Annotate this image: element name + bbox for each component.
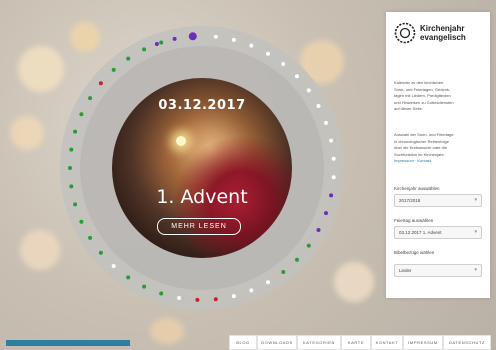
page-stage: 03.12.2017 1. Advent MEHR LESEN Kirchenj… xyxy=(0,0,496,350)
intro-line: auf dieser Seite. xyxy=(394,106,423,111)
wheel-day-dot[interactable] xyxy=(177,296,182,300)
note-text: Auswahl der Sonn- und Feiertage in chron… xyxy=(394,132,482,165)
brand-logo-icon xyxy=(394,22,416,44)
intro-text: Kalender zu den kirchlichen Sonn- und Fe… xyxy=(394,80,482,113)
wheel-day-dot[interactable] xyxy=(142,47,147,52)
nav-privacy[interactable]: DATENSCHUTZ xyxy=(443,335,491,350)
church-year-select-value: 2017/2018 xyxy=(399,198,421,203)
wheel-day-dot[interactable] xyxy=(73,202,78,207)
wheel-day-dot[interactable] xyxy=(331,175,336,180)
chevron-down-icon: ▾ xyxy=(474,229,477,235)
nav-imprint[interactable]: IMPRESSUM xyxy=(403,335,443,350)
wheel-day-dot[interactable] xyxy=(188,32,197,41)
wheel-day-dot[interactable] xyxy=(79,112,84,117)
church-year-select-label: Kirchenjahr auswählen xyxy=(394,186,440,191)
feature-title: 1. Advent xyxy=(156,186,248,208)
nav-blog[interactable]: BLOG xyxy=(229,335,257,350)
wheel-day-dot[interactable] xyxy=(306,243,311,248)
wheel-day-dot[interactable] xyxy=(73,129,78,134)
wheel-day-dot[interactable] xyxy=(111,67,116,72)
wheel-day-dot[interactable] xyxy=(281,62,286,66)
brand-name-line1: Kirchenjahr xyxy=(420,24,465,33)
footer-accent-bar xyxy=(6,340,130,346)
wheel-day-dot[interactable] xyxy=(98,250,103,255)
wheel-day-dot[interactable] xyxy=(111,264,116,269)
wheel-day-dot[interactable] xyxy=(159,291,164,296)
wheel-day-dot[interactable] xyxy=(79,219,84,224)
wheel-day-dot[interactable] xyxy=(295,257,299,262)
feature-date: 03.12.2017 xyxy=(158,98,246,113)
wheel-day-dot[interactable] xyxy=(281,270,286,274)
wheel-day-dot[interactable] xyxy=(324,120,328,125)
read-more-button[interactable]: MEHR LESEN xyxy=(157,218,241,235)
church-year-select[interactable]: 2017/2018 ▾ xyxy=(394,194,482,207)
wheel-day-dot[interactable] xyxy=(213,34,218,39)
wheel-day-dot[interactable] xyxy=(88,96,93,101)
candle-light xyxy=(176,136,186,146)
wheel-day-dot[interactable] xyxy=(331,156,336,161)
wheel-day-dot[interactable] xyxy=(329,193,334,198)
wheel-day-dot[interactable] xyxy=(142,284,147,289)
brand-name-line2: evangelisch xyxy=(420,33,466,42)
nav-contact[interactable]: KONTAKT xyxy=(371,335,403,350)
chevron-down-icon: ▾ xyxy=(474,267,477,273)
wheel-day-dot[interactable] xyxy=(126,275,131,280)
wheel-day-dot[interactable] xyxy=(68,166,72,170)
wheel-day-dot[interactable] xyxy=(159,40,164,45)
holiday-select-value: 03.12.2017 1. Advent xyxy=(399,230,442,235)
wheel-day-dot[interactable] xyxy=(316,104,321,108)
bible-refs-select-value: Lieder xyxy=(399,268,412,273)
wheel-day-dot[interactable] xyxy=(88,235,93,240)
wheel-day-dot[interactable] xyxy=(126,56,131,61)
brand[interactable]: Kirchenjahr evangelisch xyxy=(394,20,484,48)
note-links[interactable]: Impressum · Kontakt xyxy=(394,158,482,165)
holiday-select-label: Feiertag auswählen xyxy=(394,218,434,223)
nav-categories[interactable]: KATEGORIEN xyxy=(297,335,341,350)
wheel-day-dot[interactable] xyxy=(324,211,328,216)
wheel-day-dot[interactable] xyxy=(213,297,218,302)
wheel-day-dot[interactable] xyxy=(249,43,254,48)
wheel-day-dot[interactable] xyxy=(329,138,334,143)
wheel-day-dot[interactable] xyxy=(195,297,200,302)
wheel-day-dot[interactable] xyxy=(266,51,270,56)
wheel-day-dot[interactable] xyxy=(172,36,177,41)
wheel-day-dot[interactable] xyxy=(295,74,299,79)
wheel-day-dot[interactable] xyxy=(266,280,270,285)
wheel-day-dot[interactable] xyxy=(231,37,236,42)
wheel-day-dot[interactable] xyxy=(69,147,74,152)
wheel-day-dot[interactable] xyxy=(249,288,254,293)
nav-downloads[interactable]: DOWNLOADS xyxy=(257,335,297,350)
nav-map[interactable]: KARTE xyxy=(341,335,371,350)
holiday-select[interactable]: 03.12.2017 1. Advent ▾ xyxy=(394,226,482,239)
chevron-down-icon: ▾ xyxy=(474,197,477,203)
wheel-day-dot[interactable] xyxy=(316,228,321,232)
sidebar-panel: Kirchenjahr evangelisch Kalender zu den … xyxy=(386,12,490,298)
wheel-day-dot[interactable] xyxy=(154,42,159,46)
bible-refs-select[interactable]: Lieder ▾ xyxy=(394,264,482,277)
wheel-day-dot[interactable] xyxy=(98,81,103,86)
wheel-day-dot[interactable] xyxy=(231,294,236,299)
wheel-day-dot[interactable] xyxy=(306,88,311,93)
bible-refs-select-label: Bibelbezüge wählen xyxy=(394,250,435,255)
wheel-day-dot[interactable] xyxy=(69,184,74,189)
